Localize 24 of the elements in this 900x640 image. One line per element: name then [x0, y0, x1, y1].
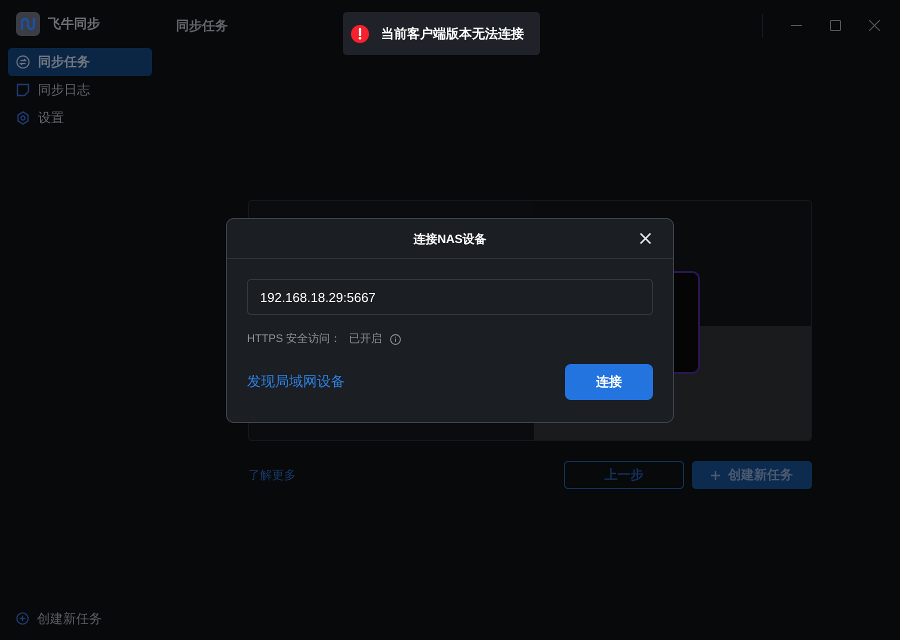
plus-icon	[711, 470, 720, 480]
https-status: 已开启	[349, 332, 382, 347]
dialog-title: 连接NAS设备	[413, 230, 487, 248]
plus-circle-icon	[16, 612, 29, 625]
app-name: 飞牛同步	[48, 15, 100, 34]
address-field[interactable]: 192.168.18.29:5667	[247, 279, 653, 315]
sidebar-item[interactable]: 同步日志	[8, 76, 152, 104]
maximize-icon[interactable]	[830, 20, 841, 31]
note-icon	[16, 83, 30, 97]
sync-icon	[16, 55, 30, 69]
info-icon[interactable]	[390, 334, 402, 345]
page-title: 同步任务	[176, 16, 228, 35]
discover-devices-link[interactable]: 发现局域网设备	[247, 371, 345, 392]
create-task-button[interactable]: 创建新任务	[8, 608, 152, 628]
settings-icon	[16, 111, 30, 125]
learn-more-link[interactable]: 了解更多	[248, 466, 296, 484]
error-icon	[351, 24, 369, 42]
create-task-button[interactable]: 创建新任务	[692, 461, 812, 489]
sidebar-item[interactable]: 同步任务	[8, 48, 152, 76]
connect-button[interactable]: 连接	[565, 364, 653, 400]
app-logo-icon	[16, 12, 40, 36]
error-toast: 当前客户端版本无法连接	[343, 12, 540, 55]
https-label: HTTPS 安全访问：	[247, 332, 342, 347]
sidebar-item[interactable]: 设置	[8, 104, 152, 132]
